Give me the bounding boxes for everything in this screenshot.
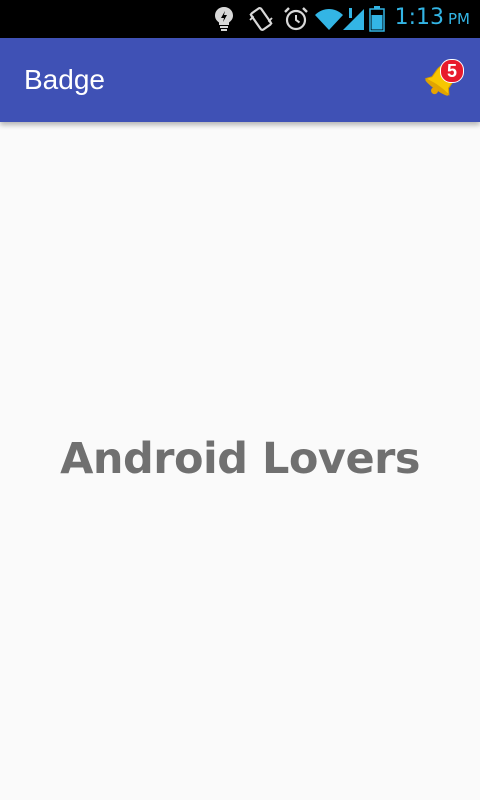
clock-time: 1:13 — [394, 5, 444, 30]
app-title: Badge — [24, 64, 105, 95]
notifications-button[interactable]: 5 — [422, 58, 466, 102]
app-bar: Badge 5 — [0, 38, 480, 122]
status-bar: 1:13 PM — [0, 0, 480, 38]
main-content: Android Lovers — [0, 122, 480, 800]
clock-ampm: PM — [448, 10, 470, 28]
wifi-icon — [314, 6, 344, 32]
alarm-icon — [283, 6, 309, 32]
vibrate-icon — [248, 6, 274, 32]
status-clock: 1:13 PM — [395, 5, 470, 33]
notification-badge: 5 — [440, 59, 464, 83]
phone-screen: 1:13 PM Badge 5 Android Lovers — [0, 0, 480, 800]
battery-icon — [369, 6, 385, 32]
signal-icon — [342, 6, 366, 32]
main-label: Android Lovers — [60, 434, 420, 484]
lightbulb-icon — [212, 6, 236, 32]
